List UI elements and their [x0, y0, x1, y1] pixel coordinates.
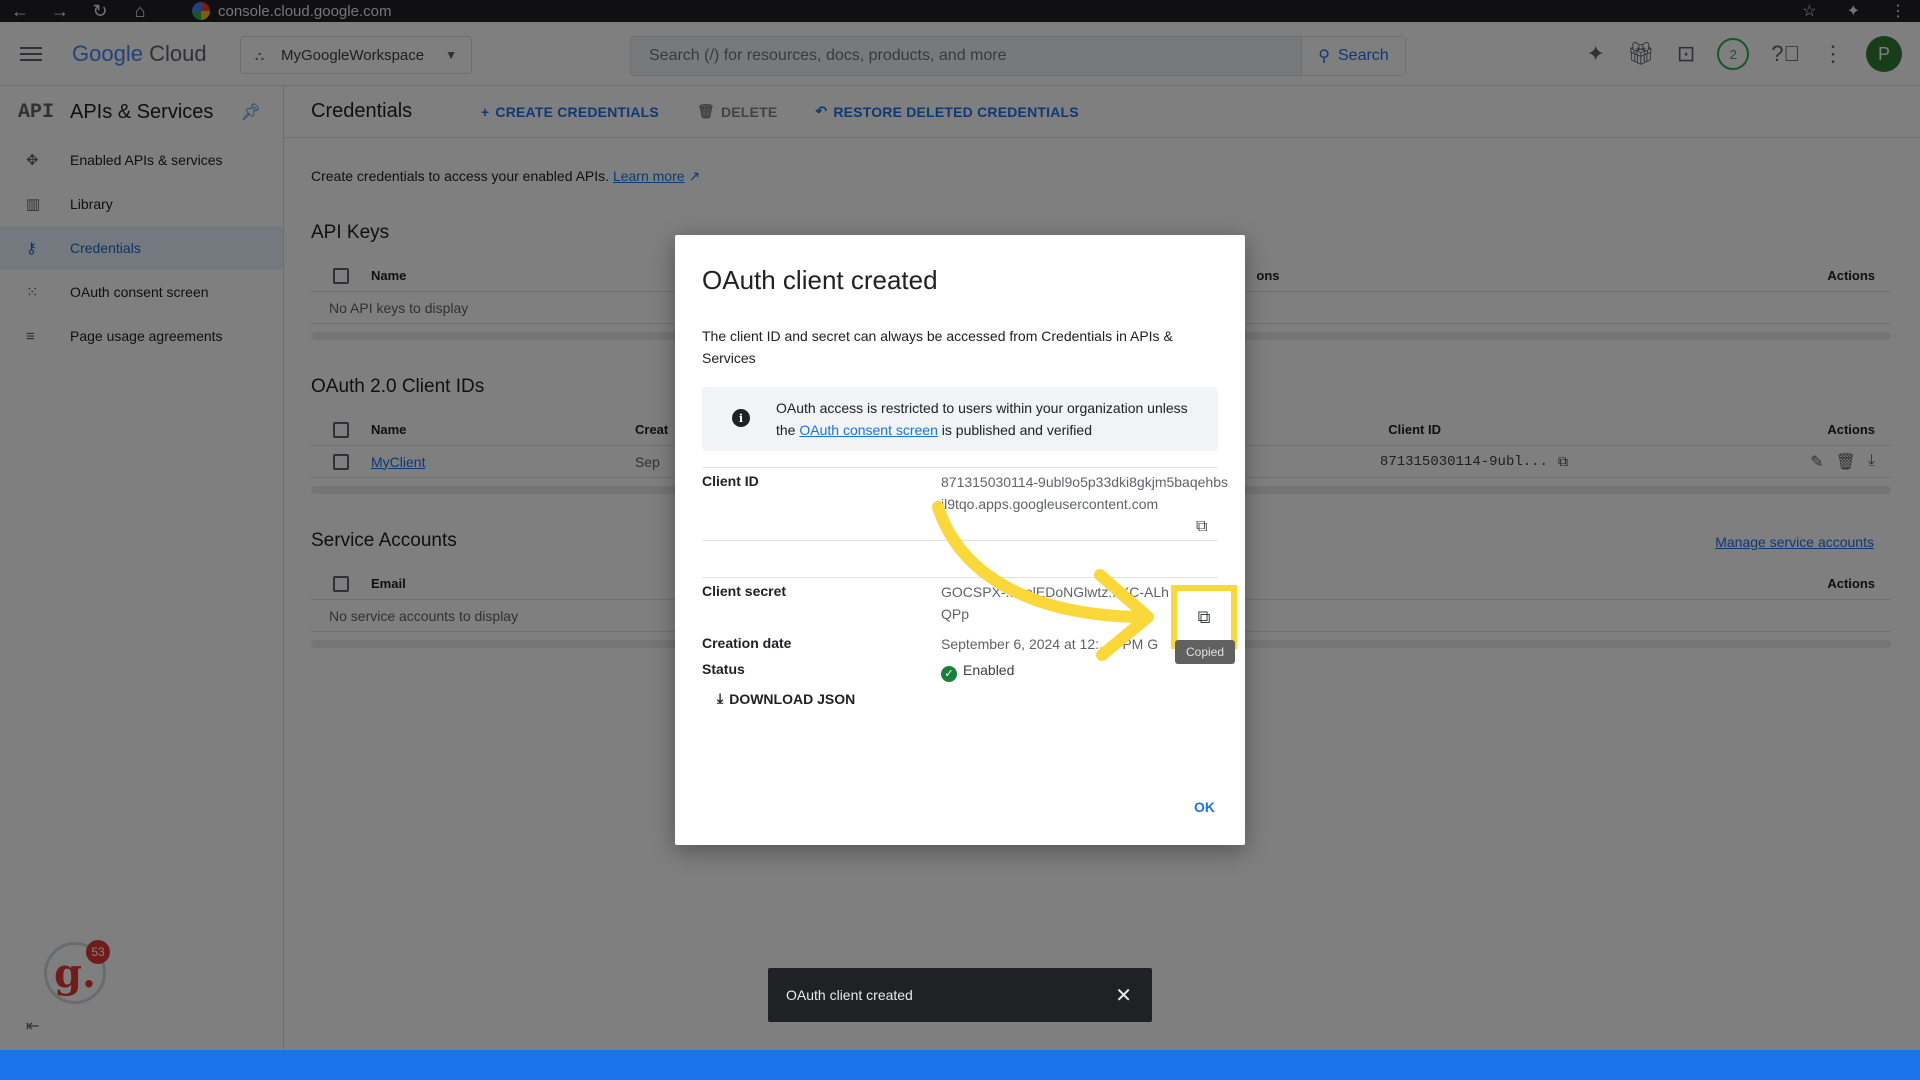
dialog-description: The client ID and secret can always be a… — [702, 328, 1173, 366]
client-id-label: Client ID — [702, 473, 759, 489]
creation-date-label: Creation date — [702, 635, 792, 651]
close-icon[interactable]: ✕ — [1115, 983, 1132, 1008]
ok-button[interactable]: OK — [1194, 799, 1215, 815]
oauth-consent-screen-link[interactable]: OAuth consent screen — [799, 422, 938, 438]
snackbar-message: OAuth client created — [786, 987, 913, 1003]
dialog-title: OAuth client created — [702, 265, 938, 295]
client-secret-label: Client secret — [702, 583, 787, 599]
download-icon: ⤓ — [717, 690, 724, 706]
download-json-button[interactable]: ⤓ DOWNLOAD JSON — [717, 690, 855, 707]
status-label: Status — [702, 661, 745, 677]
divider — [702, 467, 1218, 468]
info-banner: i OAuth access is restricted to users wi… — [702, 387, 1218, 451]
copy-client-id-icon[interactable]: ⧉ — [1196, 518, 1207, 536]
annotation-arrow — [932, 501, 1154, 661]
copy-icon: ⧉ — [1197, 606, 1211, 627]
copied-tooltip: Copied — [1175, 640, 1235, 664]
snackbar: OAuth client created ✕ — [768, 968, 1152, 1022]
info-icon: i — [732, 409, 750, 427]
bottom-recording-bar — [0, 1050, 1920, 1080]
